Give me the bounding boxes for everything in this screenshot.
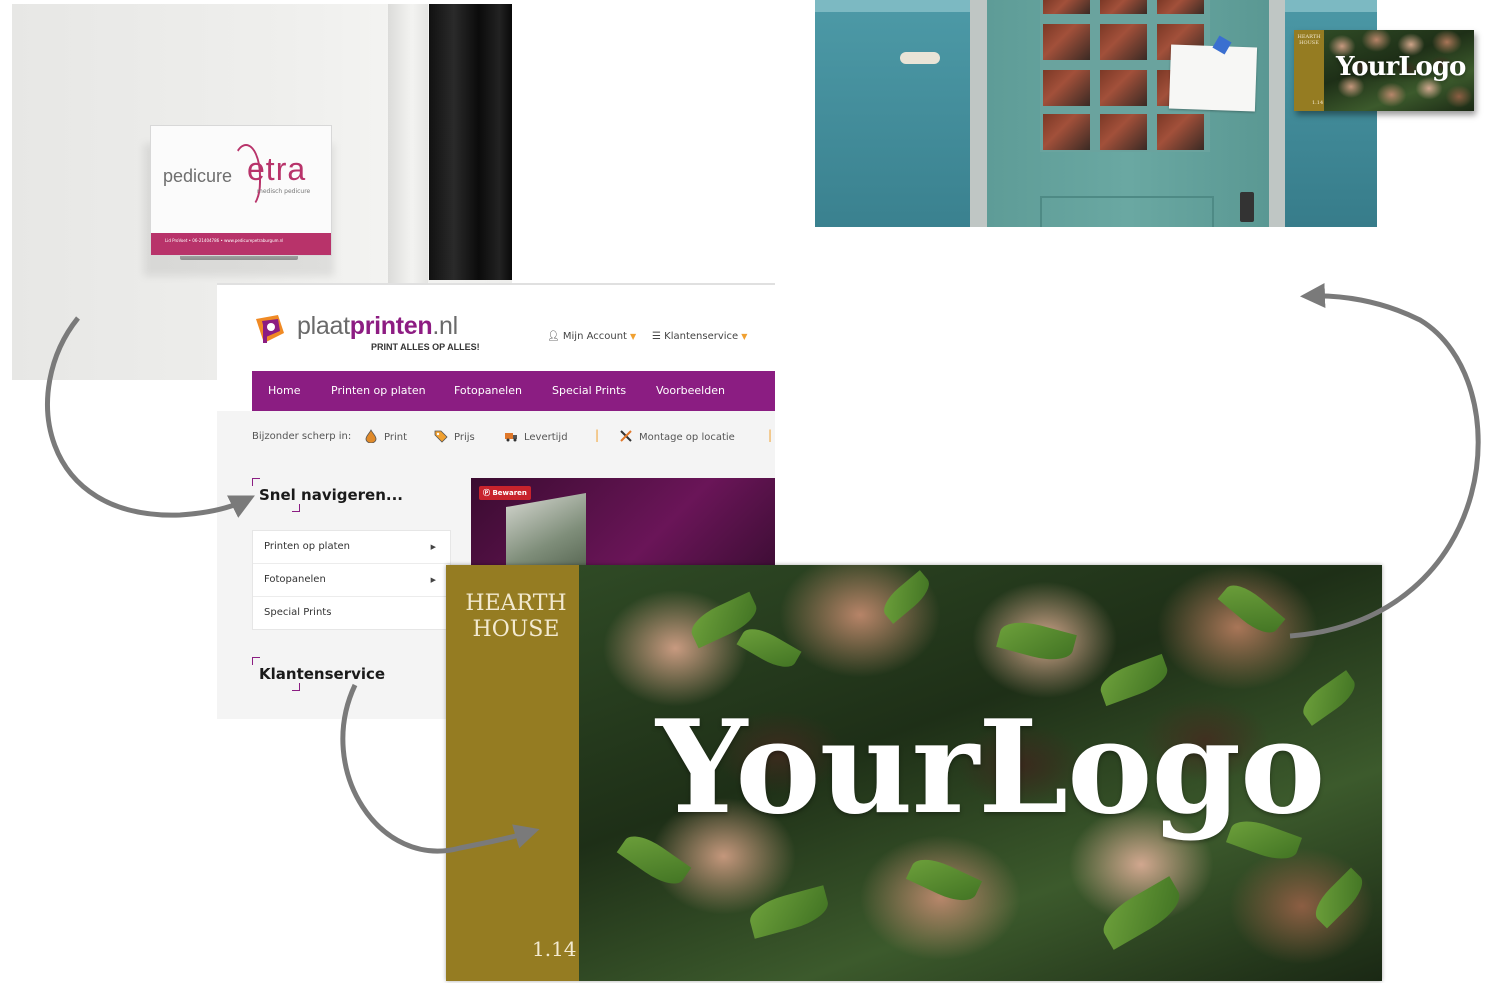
chevron-right-icon: ▶ <box>430 543 436 551</box>
pedicure-subtitle: medisch pedicure <box>257 188 311 195</box>
price-tag-icon <box>434 430 448 443</box>
sign-number: 1.14 <box>532 937 577 961</box>
plaatprinten-logo-icon <box>256 315 284 343</box>
quick-nav-printen-op-platen[interactable]: Printen op platen ▶ <box>253 531 450 564</box>
main-nav: Home Printen op platen Fotopanelen Speci… <box>252 371 775 411</box>
usp-intro: Bijzonder scherp in: <box>252 431 352 442</box>
pedicure-sign: pedicure etra medisch pedicure Lid ProVo… <box>150 125 332 256</box>
chevron-down-icon: ▼ <box>629 332 637 341</box>
heading-corner <box>252 478 260 486</box>
promo-image[interactable]: Ⓟ Bewaren <box>471 478 775 578</box>
left-wall <box>815 0 970 227</box>
wall-stain <box>900 52 940 64</box>
account-menu[interactable]: 👤︎ Mijn Account ▼ <box>547 331 636 342</box>
black-curtain <box>429 4 512 280</box>
usp-divider: | <box>595 428 600 442</box>
taped-paper <box>1168 44 1258 112</box>
heading-corner <box>292 504 300 512</box>
customer-service-title: Klantenservice <box>259 665 386 683</box>
sign-number: 1.14 <box>1312 100 1324 106</box>
pedicure-word: pedicure <box>163 166 233 186</box>
door-photo <box>815 0 1377 227</box>
usp-prijs: Prijs <box>434 429 475 443</box>
sign-footer-band: Lid ProVoet • 06-21404786 • www.pedicure… <box>151 233 331 255</box>
hearth-house-text: HEARTH HOUSE <box>465 591 567 643</box>
quick-nav-special-prints[interactable]: Special Prints <box>253 597 450 629</box>
service-menu[interactable]: ☰ Klantenservice ▼ <box>652 331 747 342</box>
ink-drop-icon <box>365 429 377 443</box>
usp-print: Print <box>364 429 407 443</box>
sign-footer-text: Lid ProVoet • 06-21404786 • www.pedicure… <box>165 238 284 243</box>
door-handle <box>1240 192 1254 222</box>
nav-home[interactable]: Home <box>268 371 300 411</box>
nav-fotopanelen[interactable]: Fotopanelen <box>454 371 522 411</box>
your-logo-text: YourLogo <box>656 693 1325 843</box>
hearth-sign-small: HEARTH HOUSE 1.14 YourLogo <box>1294 30 1474 111</box>
user-icon: 👤︎ <box>547 331 560 342</box>
your-logo-text: YourLogo <box>1336 52 1466 82</box>
hearth-sign-large: HEARTH HOUSE 1.14 YourLogo <box>446 565 1382 981</box>
door-kick-panel <box>1040 196 1214 227</box>
site-tagline: PRINT ALLES OP ALLES! <box>371 342 480 352</box>
hearth-house-text: HEARTH HOUSE <box>1297 34 1321 46</box>
quick-nav-title: Snel navigeren... <box>259 486 403 504</box>
usp-montage: Montage op locatie <box>619 429 735 443</box>
truck-icon <box>505 433 517 442</box>
quick-nav-fotopanelen[interactable]: Fotopanelen ▶ <box>253 564 450 597</box>
nav-voorbeelden[interactable]: Voorbeelden <box>656 371 725 411</box>
chevron-down-icon: ▼ <box>741 332 748 341</box>
nav-printen-op-platen[interactable]: Printen op platen <box>331 371 426 411</box>
nav-special-prints[interactable]: Special Prints <box>552 371 626 411</box>
pinterest-save-button[interactable]: Ⓟ Bewaren <box>479 486 531 500</box>
usp-divider: | <box>768 428 773 442</box>
quick-nav-menu: Printen op platen ▶ Fotopanelen ▶ Special … <box>252 530 451 630</box>
heading-corner <box>292 683 300 691</box>
petra-word: etra <box>247 151 307 187</box>
pinterest-icon: Ⓟ <box>483 489 490 497</box>
site-logo[interactable]: plaatprinten.nl <box>297 312 458 341</box>
chevron-right-icon: ▶ <box>430 576 436 584</box>
usp-levertijd: Levertijd <box>504 429 568 443</box>
tools-icon <box>620 430 632 442</box>
menu-icon: ☰ <box>652 331 661 342</box>
heading-corner <box>252 657 260 665</box>
